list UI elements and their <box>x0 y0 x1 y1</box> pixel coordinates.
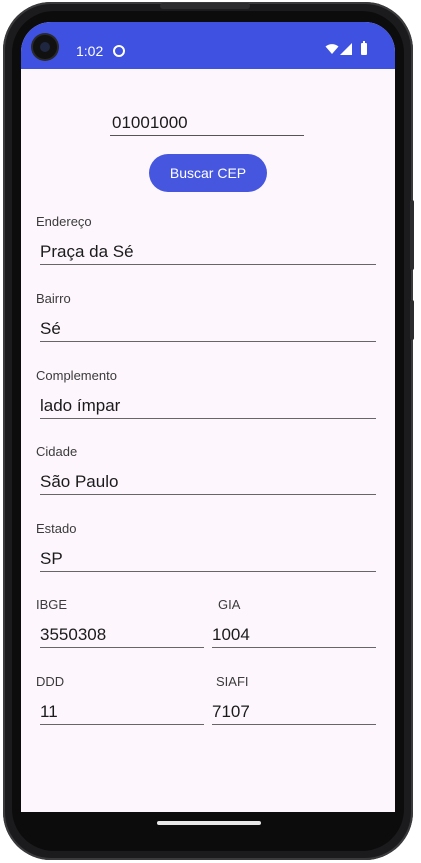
ibge-label: IBGE <box>36 597 68 612</box>
wifi-icon <box>325 44 339 54</box>
device-top-edge <box>160 3 250 9</box>
gia-field[interactable]: 1004 <box>212 622 376 648</box>
buscar-cep-button[interactable]: Buscar CEP <box>149 154 267 192</box>
status-time: 1:02 <box>76 43 104 59</box>
estado-label: Estado <box>36 521 77 536</box>
front-camera <box>33 35 57 59</box>
endereco-field[interactable]: Praça da Sé <box>40 239 376 265</box>
battery-icon <box>361 41 367 55</box>
ibge-field[interactable]: 3550308 <box>40 622 204 648</box>
ddd-field[interactable]: 11 <box>40 699 204 725</box>
home-gesture-handle[interactable] <box>157 821 261 825</box>
estado-field[interactable]: SP <box>40 546 376 572</box>
complemento-label: Complemento <box>36 368 117 383</box>
status-bar: 1:02 <box>21 22 395 69</box>
ddd-label: DDD <box>36 674 65 689</box>
notification-icon <box>113 45 125 57</box>
complemento-field[interactable]: lado ímpar <box>40 393 376 419</box>
cidade-field[interactable]: São Paulo <box>40 469 376 495</box>
signal-icon <box>340 43 352 55</box>
app-screen: 1:02 01001000 Buscar CEP Endereço Praça … <box>21 22 395 812</box>
power-button <box>410 300 414 340</box>
cidade-label: Cidade <box>36 444 78 459</box>
cep-input[interactable]: 01001000 <box>110 110 304 136</box>
gia-label: GIA <box>218 597 241 612</box>
siafi-field[interactable]: 7107 <box>212 699 376 725</box>
siafi-label: SIAFI <box>216 674 249 689</box>
navigation-bar <box>21 812 395 846</box>
volume-button <box>410 200 414 270</box>
bairro-label: Bairro <box>36 291 71 306</box>
endereco-label: Endereço <box>36 214 92 229</box>
bairro-field[interactable]: Sé <box>40 316 376 342</box>
